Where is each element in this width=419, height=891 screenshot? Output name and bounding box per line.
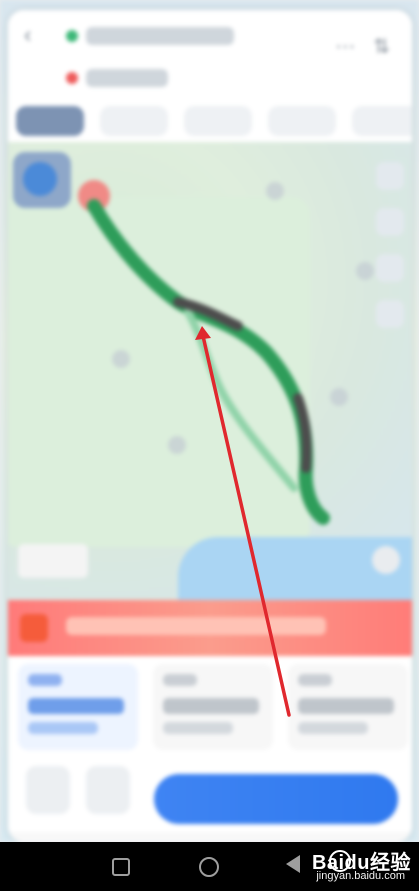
arrow-head [195, 326, 211, 340]
annotation-arrow [195, 326, 291, 717]
watermark-domain: jingyan.baidu.com [316, 870, 405, 882]
system-navbar: Baidu经验 jingyan.baidu.com [0, 842, 419, 891]
home-icon[interactable] [199, 857, 219, 877]
watermark: Baidu经验 jingyan.baidu.com [293, 846, 411, 886]
arrow-line [201, 334, 291, 717]
recent-apps-icon[interactable] [112, 858, 130, 876]
